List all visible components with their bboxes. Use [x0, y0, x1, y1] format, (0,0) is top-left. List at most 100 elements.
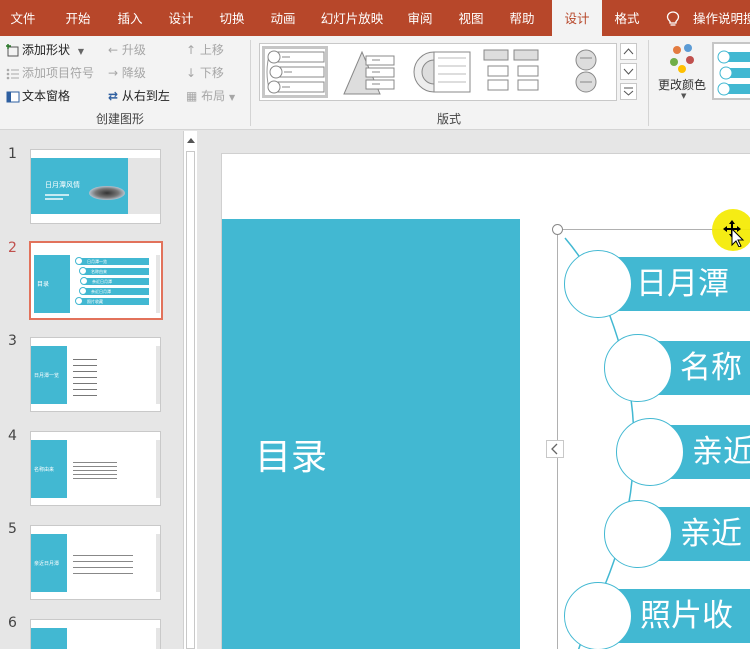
promote-arrow-icon: ←	[108, 43, 119, 57]
right-to-left-icon: ⇄	[108, 89, 119, 103]
smartart-item-2-circle[interactable]	[604, 334, 672, 402]
scroll-up-arrow-icon[interactable]	[185, 134, 197, 148]
thumb-list-circle	[75, 297, 83, 305]
tab-view[interactable]: 视图	[447, 0, 495, 36]
gallery-scroll-down-button[interactable]	[620, 63, 637, 80]
tab-smartart-design[interactable]: 设计	[552, 0, 602, 36]
tab-animations[interactable]: 动画	[259, 0, 307, 36]
thumb-title: 日月潭风情	[45, 181, 80, 189]
change-colors-button[interactable]: 更改颜色 ▼	[655, 40, 711, 108]
thumb-scroll-indicator	[156, 534, 160, 592]
layout-icon: ▦	[186, 89, 198, 103]
slide-number: 5	[8, 521, 17, 537]
demote-arrow-icon: →	[108, 66, 119, 80]
ribbon-divider	[648, 40, 649, 126]
slide-editing-canvas: 目录 日月潭 名称 亲近 亲近 照片收	[198, 131, 750, 649]
tab-review[interactable]: 审阅	[396, 0, 444, 36]
thumb-list-circle	[75, 257, 83, 265]
layout-button[interactable]: ▦ 布局 ▼	[186, 86, 235, 106]
slide-number: 6	[8, 615, 17, 631]
add-bullet-icon	[6, 68, 19, 79]
layout-option-pyramid-list[interactable]	[340, 46, 406, 98]
current-slide[interactable]: 目录 日月潭 名称 亲近 亲近 照片收	[221, 153, 750, 649]
thumb-list-item: 照片收藏	[79, 298, 149, 305]
thumb-text-lines	[73, 552, 133, 574]
thumb-subtitle-line	[45, 198, 63, 200]
thumb-list-circle	[79, 287, 87, 295]
thumb-lake-image	[89, 186, 125, 200]
thumb-title: 目录	[37, 281, 50, 288]
slide-thumbnail-3[interactable]: 日月潭一览	[30, 337, 161, 412]
move-up-icon: ↑	[186, 43, 197, 57]
text-pane-button[interactable]: 文本窗格	[6, 86, 70, 106]
move-up-label: 上移	[199, 43, 224, 57]
tell-me-search[interactable]: 操作说明搜	[693, 0, 750, 38]
gallery-more-button[interactable]	[620, 83, 637, 100]
thumbnail-pane-scroll-thumb[interactable]	[186, 151, 195, 649]
thumb-scroll-indicator	[156, 628, 160, 649]
tab-file[interactable]: 文件	[0, 0, 46, 36]
layout-option-circle-list[interactable]	[552, 46, 618, 98]
thumb-title: 名称由来	[34, 467, 55, 473]
layout-option-vertical-curved-list[interactable]	[262, 46, 328, 98]
layout-option-hierarchy-list[interactable]	[482, 46, 548, 98]
slide-thumbnail-2[interactable]: 目录 日月潭一览 名称由来 亲近日月潭 亲近日月潭 照片收藏	[29, 241, 163, 320]
tab-format[interactable]: 格式	[604, 0, 650, 36]
slide-thumbnail-5[interactable]: 亲近日月潭	[30, 525, 161, 600]
thumb-scroll-indicator	[156, 346, 160, 404]
tab-transitions[interactable]: 切换	[208, 0, 256, 36]
thumb-list-item: 名称由来	[83, 268, 149, 275]
change-colors-dropdown-icon: ▼	[681, 92, 687, 100]
thumb-title: 亲近日月潭	[34, 561, 60, 567]
tab-design[interactable]: 设计	[157, 0, 205, 36]
chevron-up-icon	[623, 48, 634, 55]
add-bullet-button[interactable]: 添加项目符号	[6, 63, 94, 83]
thumb-list-item: 日月潭一览	[79, 258, 149, 265]
gallery-scroll-up-button[interactable]	[620, 43, 637, 60]
slide-thumbnail-6[interactable]	[30, 619, 161, 649]
move-down-button[interactable]: ↓ 下移	[186, 63, 224, 83]
ribbon-tab-bar: 文件 开始 插入 设计 切换 动画 幻灯片放映 审阅 视图 帮助 设计 格式 操…	[0, 0, 750, 36]
create-graphic-group-label: 创建图形	[96, 112, 145, 126]
tab-home[interactable]: 开始	[54, 0, 102, 36]
tab-slideshow[interactable]: 幻灯片放映	[312, 0, 392, 36]
smartart-item-3-circle[interactable]	[616, 418, 684, 486]
slide-title[interactable]: 目录	[255, 428, 327, 480]
thumb-list-circle	[79, 267, 87, 275]
smartart-item-4-circle[interactable]	[604, 500, 672, 568]
move-down-icon: ↓	[186, 66, 197, 80]
right-to-left-button[interactable]: ⇄ 从右到左	[108, 86, 170, 106]
add-shape-button[interactable]: 添加形状 ▼	[6, 40, 84, 60]
thumb-gray-block	[128, 158, 160, 214]
move-up-button[interactable]: ↑ 上移	[186, 40, 224, 60]
promote-button[interactable]: ← 升级	[108, 40, 146, 60]
more-icon	[623, 87, 634, 96]
slide-thumbnail-pane: 1 日月潭风情 2 目录 日月潭一览 名称由来 亲近日月潭 亲近日月潭 照片收藏…	[0, 131, 183, 649]
thumb-list-item: 亲近日月潭	[84, 278, 149, 285]
thumb-text-lines	[73, 356, 97, 396]
smartart-text-pane-toggle[interactable]	[546, 440, 564, 458]
thumbnail-pane-scrollbar[interactable]	[183, 131, 197, 649]
chevron-down-icon	[623, 68, 634, 75]
layout-label: 布局	[201, 89, 226, 103]
tab-insert[interactable]: 插入	[106, 0, 154, 36]
text-pane-label: 文本窗格	[22, 89, 71, 103]
layout-option-target-list[interactable]	[412, 46, 478, 98]
slide-number: 3	[8, 333, 17, 349]
smartart-item-5-circle[interactable]	[564, 582, 632, 649]
add-shape-label: 添加形状	[22, 43, 71, 57]
smartart-item-1-circle[interactable]	[564, 250, 632, 318]
demote-button[interactable]: → 降级	[108, 63, 146, 83]
smartart-style-thumb[interactable]	[712, 42, 750, 100]
text-pane-icon	[6, 91, 20, 102]
thumb-text-lines	[73, 460, 117, 480]
slide-thumbnail-4[interactable]: 名称由来	[30, 431, 161, 506]
layout-dropdown-icon: ▼	[229, 93, 236, 102]
thumb-teal-block	[31, 628, 67, 649]
thumb-scroll-indicator	[156, 255, 160, 313]
tab-help[interactable]: 帮助	[498, 0, 546, 36]
ribbon-divider	[250, 40, 251, 126]
ribbon: 添加形状 ▼ 添加项目符号 文本窗格 ← 升级 → 降级 ⇄ 从右到左 ↑ 上移…	[0, 36, 750, 130]
slide-thumbnail-1[interactable]: 日月潭风情	[30, 149, 161, 224]
move-down-label: 下移	[199, 66, 224, 80]
